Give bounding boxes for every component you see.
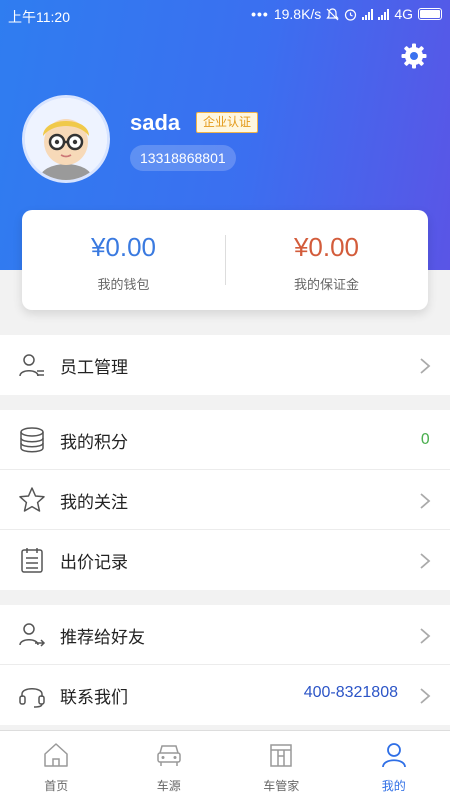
clipboard-list-icon: [21, 548, 43, 573]
status-indicators: ••• 19.8K/s 4G: [251, 6, 442, 22]
username: sada: [130, 110, 181, 135]
wallet-card: ¥0.00 我的钱包 ¥0.00 我的保证金: [22, 210, 428, 310]
garage-icon: [270, 744, 292, 767]
settings-gear-icon[interactable]: [401, 43, 427, 69]
network-type: 4G: [394, 6, 413, 22]
menu-label-contact: 联系我们: [60, 688, 128, 708]
bottom-tab-bar: 首页 车源 车管家 我的: [0, 730, 450, 800]
menu-item-bid-records[interactable]: 出价记录: [0, 530, 450, 590]
deposit-balance-label: 我的保证金: [293, 278, 359, 293]
chevron-right-icon: [420, 358, 431, 374]
status-bar: 上午11:20 ••• 19.8K/s 4G: [0, 0, 450, 30]
chevron-right-icon: [420, 493, 431, 509]
wallet-balance: ¥0.00: [90, 232, 157, 262]
menu-label-staff: 员工管理: [60, 358, 128, 378]
car-icon: [156, 745, 181, 766]
tab-car-source[interactable]: 车源: [113, 731, 226, 800]
menu-section-staff: 员工管理: [0, 335, 450, 395]
home-icon: [44, 743, 68, 767]
menu-label-recommend: 推荐给好友: [60, 628, 145, 648]
staff-icon: [19, 354, 44, 377]
tab-label-home: 首页: [44, 779, 69, 793]
chevron-right-icon: [420, 688, 431, 704]
menu-section-account: 我的积分 0 我的关注 出价记录: [0, 410, 450, 590]
menu-label-follows: 我的关注: [60, 493, 128, 513]
share-user-icon: [19, 623, 46, 647]
chevron-right-icon: [420, 553, 431, 569]
menu-label-points: 我的积分: [60, 433, 128, 453]
network-speed: 19.8K/s: [273, 6, 322, 22]
signal-2-icon: [378, 8, 390, 20]
my-deposit-button[interactable]: ¥0.00 我的保证金: [225, 210, 428, 310]
status-time: 上午11:20: [8, 9, 70, 25]
star-icon: [19, 487, 45, 512]
avatar-cartoon-icon: [25, 98, 107, 180]
deposit-balance: ¥0.00: [293, 232, 360, 262]
user-phone: 13318868801: [130, 145, 236, 171]
user-icon: [381, 743, 406, 768]
my-wallet-button[interactable]: ¥0.00 我的钱包: [22, 210, 225, 310]
tab-label-mine: 我的: [381, 779, 406, 793]
notification-dots-icon: •••: [251, 6, 269, 22]
tab-label-car-butler: 车管家: [263, 779, 300, 793]
headset-icon: [19, 688, 45, 708]
menu-section-support: 推荐给好友 联系我们 400-8321808: [0, 605, 450, 725]
avatar[interactable]: [22, 95, 110, 183]
mute-icon: [326, 7, 340, 20]
points-value: 0: [420, 430, 430, 448]
battery-icon: [418, 8, 442, 20]
signal-icon: [362, 8, 374, 20]
points-database-icon: [20, 427, 44, 453]
contact-phone-number[interactable]: 400-8321808: [304, 684, 398, 702]
menu-item-my-points[interactable]: 我的积分 0: [0, 410, 450, 470]
tab-label-car-source: 车源: [156, 779, 181, 793]
menu-item-contact-us[interactable]: 联系我们 400-8321808: [0, 665, 450, 725]
menu-item-staff-management[interactable]: 员工管理: [0, 335, 450, 395]
menu-label-bids: 出价记录: [60, 553, 128, 573]
tab-home[interactable]: 首页: [0, 731, 113, 800]
enterprise-verified-badge: 企业认证: [196, 112, 259, 133]
alarm-icon: [345, 8, 357, 21]
chevron-right-icon: [420, 628, 431, 644]
menu-item-my-follows[interactable]: 我的关注: [0, 470, 450, 530]
menu-item-recommend-friend[interactable]: 推荐给好友: [0, 605, 450, 665]
tab-car-butler[interactable]: 车管家: [225, 731, 338, 800]
tab-mine[interactable]: 我的: [338, 731, 450, 800]
wallet-balance-label: 我的钱包: [97, 278, 150, 293]
